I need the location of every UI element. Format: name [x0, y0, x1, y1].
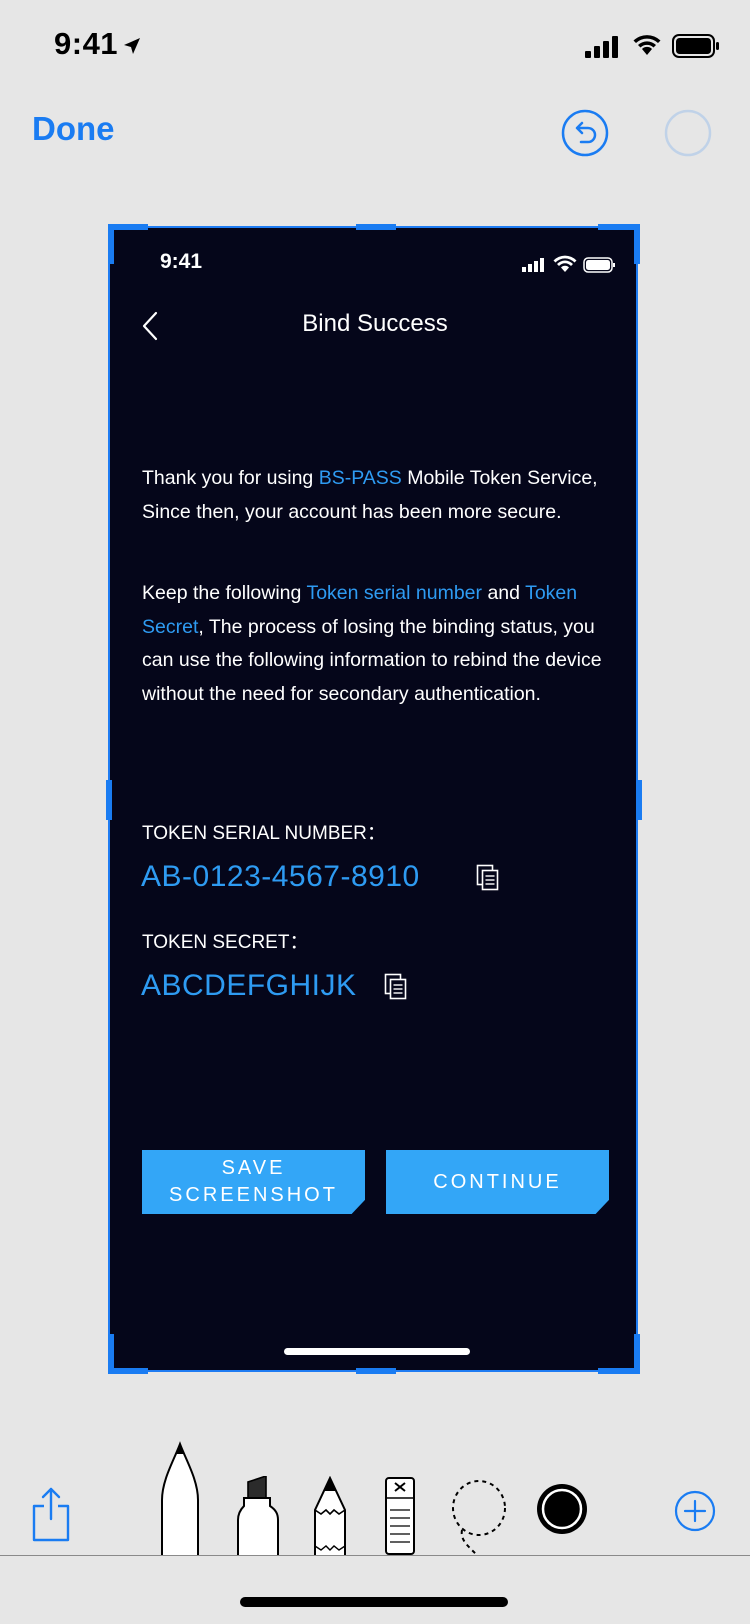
save-label-line1: SAVE [221, 1157, 286, 1179]
share-icon[interactable] [32, 1486, 70, 1542]
instruction-text-end: , The process of losing the binding stat… [142, 615, 602, 705]
eraser-icon[interactable] [384, 1476, 416, 1556]
undo-icon[interactable] [561, 109, 609, 157]
intro-paragraph: Thank you for using BS-PASS Mobile Token… [142, 462, 617, 529]
continue-button[interactable]: CONTINUE [386, 1150, 609, 1214]
serial-number-label: TOKEN SERIAL NUMBER： [142, 823, 386, 844]
save-label-line2: SCREENSHOT [169, 1184, 338, 1206]
done-button[interactable]: Done [32, 110, 115, 148]
add-icon[interactable] [674, 1490, 716, 1532]
instruction-text-and: and [482, 582, 526, 604]
crop-handle-right[interactable] [636, 780, 642, 820]
serial-number-value: AB-0123-4567-8910 [141, 860, 420, 893]
lasso-icon[interactable] [450, 1478, 508, 1558]
crop-handle-bottom-right[interactable] [634, 1334, 640, 1374]
crop-handle-top-right[interactable] [634, 224, 640, 264]
redo-icon [664, 109, 712, 157]
serial-highlight: Token serial number [306, 582, 483, 604]
intro-text-start: Thank you for using [142, 467, 319, 489]
crop-handle-left[interactable] [106, 780, 112, 820]
inner-status-time: 9:41 [160, 250, 203, 273]
inner-home-indicator [284, 1348, 470, 1355]
crop-handle-bottom-left[interactable] [108, 1334, 114, 1374]
location-arrow-icon [124, 38, 140, 54]
crop-handle-bottom-left[interactable] [108, 1368, 148, 1374]
token-secret-label: TOKEN SECRET： [142, 932, 309, 953]
battery-icon [672, 34, 719, 58]
save-screenshot-label: SAVE SCREENSHOT [169, 1155, 338, 1209]
token-secret-value: ABCDEFGHIJK [141, 969, 357, 1002]
copy-secret-icon[interactable] [384, 973, 408, 1001]
color-picker-icon[interactable] [535, 1482, 589, 1536]
instruction-text-start: Keep the following [142, 582, 307, 604]
bs-pass-highlight: BS-PASS [318, 467, 402, 489]
crop-handle-top-left[interactable] [108, 224, 148, 230]
toolbar-divider [0, 1555, 750, 1556]
back-chevron-icon[interactable] [140, 310, 160, 342]
page-title: Bind Success [302, 310, 448, 337]
cellular-signal-icon [585, 36, 618, 58]
home-indicator [240, 1597, 508, 1607]
crop-handle-top[interactable] [356, 224, 396, 230]
pencil-icon[interactable] [313, 1476, 347, 1556]
copy-serial-icon[interactable] [476, 864, 500, 892]
crop-handle-top-left[interactable] [108, 224, 114, 264]
inner-status-icons [522, 255, 615, 273]
crop-handle-bottom[interactable] [356, 1368, 396, 1374]
status-time: 9:41 [54, 26, 119, 61]
instruction-paragraph: Keep the following Token serial number a… [142, 577, 617, 711]
save-screenshot-button[interactable]: SAVE SCREENSHOT [142, 1150, 365, 1214]
wifi-icon [633, 35, 661, 55]
marker-icon[interactable] [236, 1476, 280, 1556]
pen-icon[interactable] [160, 1440, 200, 1556]
